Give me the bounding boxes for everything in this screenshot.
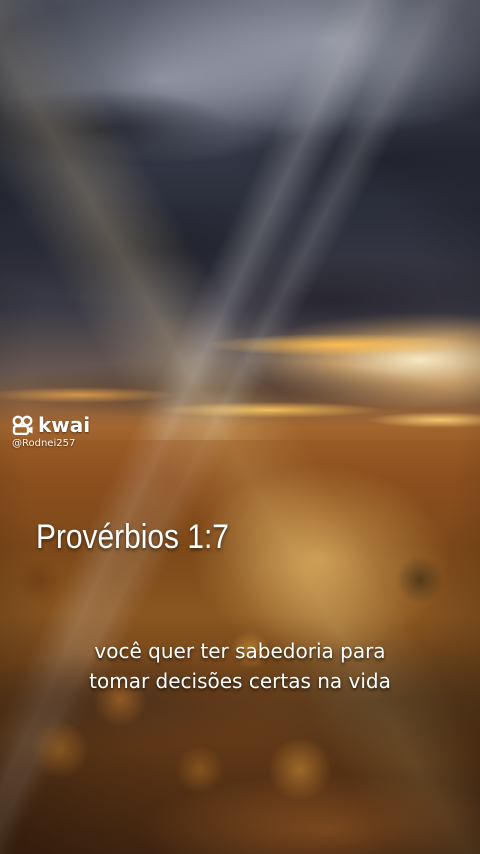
kwai-logo-icon <box>12 415 34 435</box>
watermark-brand-text: kwai <box>38 413 91 437</box>
video-frame[interactable]: kwai @Rodnei257 Provérbios 1:7 você quer… <box>0 0 480 854</box>
verse-reference-title: Provérbios 1:7 <box>36 518 229 556</box>
watermark-brand: kwai <box>12 414 90 436</box>
watermark-handle: @Rodnei257 <box>12 438 76 449</box>
caption-line-1: você quer ter sabedoria para <box>94 639 386 663</box>
caption-line-2: tomar decisões certas na vida <box>89 669 391 693</box>
kwai-watermark: kwai @Rodnei257 <box>12 414 90 450</box>
